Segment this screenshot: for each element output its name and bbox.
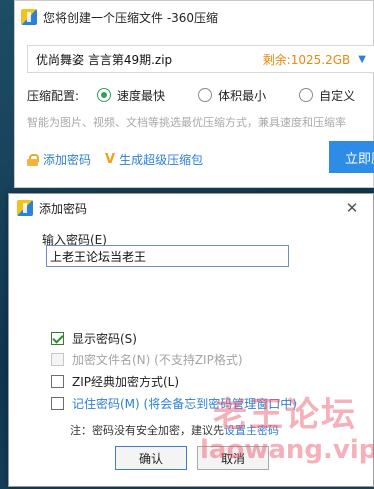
encrypt-filenames-option: 加密文件名(N) (不支持ZIP格式): [51, 351, 243, 368]
encrypt-filenames-checkbox: [51, 353, 64, 366]
remember-password-option[interactable]: 记住密码(M) (将会备忘到密码管理窗口中): [51, 395, 297, 412]
dialog-titlebar: 添加密码: [9, 194, 373, 222]
zip-classic-encryption-label: ZIP经典加密方式(L): [72, 375, 180, 389]
archive-name-field[interactable]: 优尚舞姿 言言第49期.zip 剩余:1025.2GB ▼: [27, 45, 374, 73]
radio-custom[interactable]: [299, 88, 314, 102]
show-password-checkbox[interactable]: [51, 332, 64, 345]
archive-name-value[interactable]: 优尚舞姿 言言第49期.zip: [36, 51, 263, 68]
encrypt-filenames-label: 加密文件名(N) (不支持ZIP格式): [72, 353, 243, 367]
zip-app-icon: [17, 200, 33, 216]
zip-classic-encryption-option[interactable]: ZIP经典加密方式(L): [51, 373, 179, 390]
set-master-password-link[interactable]: 设置主密码: [224, 424, 279, 437]
radio-fastest[interactable]: [97, 88, 112, 102]
show-password-label: 显示密码(S): [72, 332, 137, 346]
remember-password-checkbox[interactable]: [51, 397, 64, 410]
level-option-custom-label: 自定义: [319, 88, 356, 103]
compress-window: 您将创建一个压缩文件 -360压缩 优尚舞姿 言言第49期.zip 剩余:102…: [14, 0, 374, 188]
compress-window-title: 您将创建一个压缩文件 -360压缩: [43, 10, 219, 25]
confirm-button[interactable]: 确认: [115, 446, 187, 470]
vip-v-icon: V: [105, 152, 116, 167]
add-password-dialog: 添加密码 ✕ 输入密码(E) 显示密码(S) 加密文件名(N) (不支持ZIP格…: [8, 193, 374, 487]
compression-level-label: 压缩配置:: [27, 88, 80, 103]
compression-hint: 智能为图片、视频、文档等挑选最优压缩方式，兼具速度和压缩率: [27, 116, 346, 129]
compress-now-button[interactable]: 立即压缩: [329, 141, 374, 173]
password-input[interactable]: [46, 245, 289, 267]
super-zip-link-label: 生成超级压缩包: [119, 153, 204, 167]
radio-smallest[interactable]: [198, 88, 213, 102]
add-password-link[interactable]: 添加密码: [27, 151, 91, 168]
close-icon[interactable]: ✕: [343, 199, 361, 217]
level-option-custom[interactable]: 自定义: [299, 87, 355, 104]
chevron-down-icon[interactable]: ▼: [358, 54, 366, 65]
level-option-smallest[interactable]: 体积最小: [198, 87, 266, 104]
extra-options-row: 添加密码 V 生成超级压缩包: [27, 151, 217, 168]
security-note: 注：密码没有安全加密，建议先设置主密码: [70, 422, 279, 438]
compress-window-titlebar: 您将创建一个压缩文件 -360压缩: [15, 1, 373, 33]
level-option-fastest-label: 速度最快: [117, 88, 166, 103]
lock-icon: [27, 153, 39, 166]
remember-password-label: 记住密码(M) (将会备忘到密码管理窗口中): [72, 397, 297, 411]
zip-classic-encryption-checkbox[interactable]: [51, 375, 64, 388]
show-password-option[interactable]: 显示密码(S): [51, 330, 137, 347]
level-option-fastest[interactable]: 速度最快: [97, 87, 165, 104]
dialog-title: 添加密码: [39, 201, 88, 216]
security-note-text: 注：密码没有安全加密，建议先: [70, 424, 224, 437]
free-space-label: 剩余:1025.2GB: [262, 52, 351, 67]
level-option-smallest-label: 体积最小: [218, 88, 267, 103]
compression-level-row: 压缩配置: 速度最快 体积最小 自定义: [27, 85, 374, 105]
add-password-link-label: 添加密码: [43, 153, 92, 167]
zip-app-icon: [21, 9, 37, 25]
cancel-button[interactable]: 取消: [197, 446, 269, 470]
super-zip-link[interactable]: V 生成超级压缩包: [105, 151, 203, 168]
